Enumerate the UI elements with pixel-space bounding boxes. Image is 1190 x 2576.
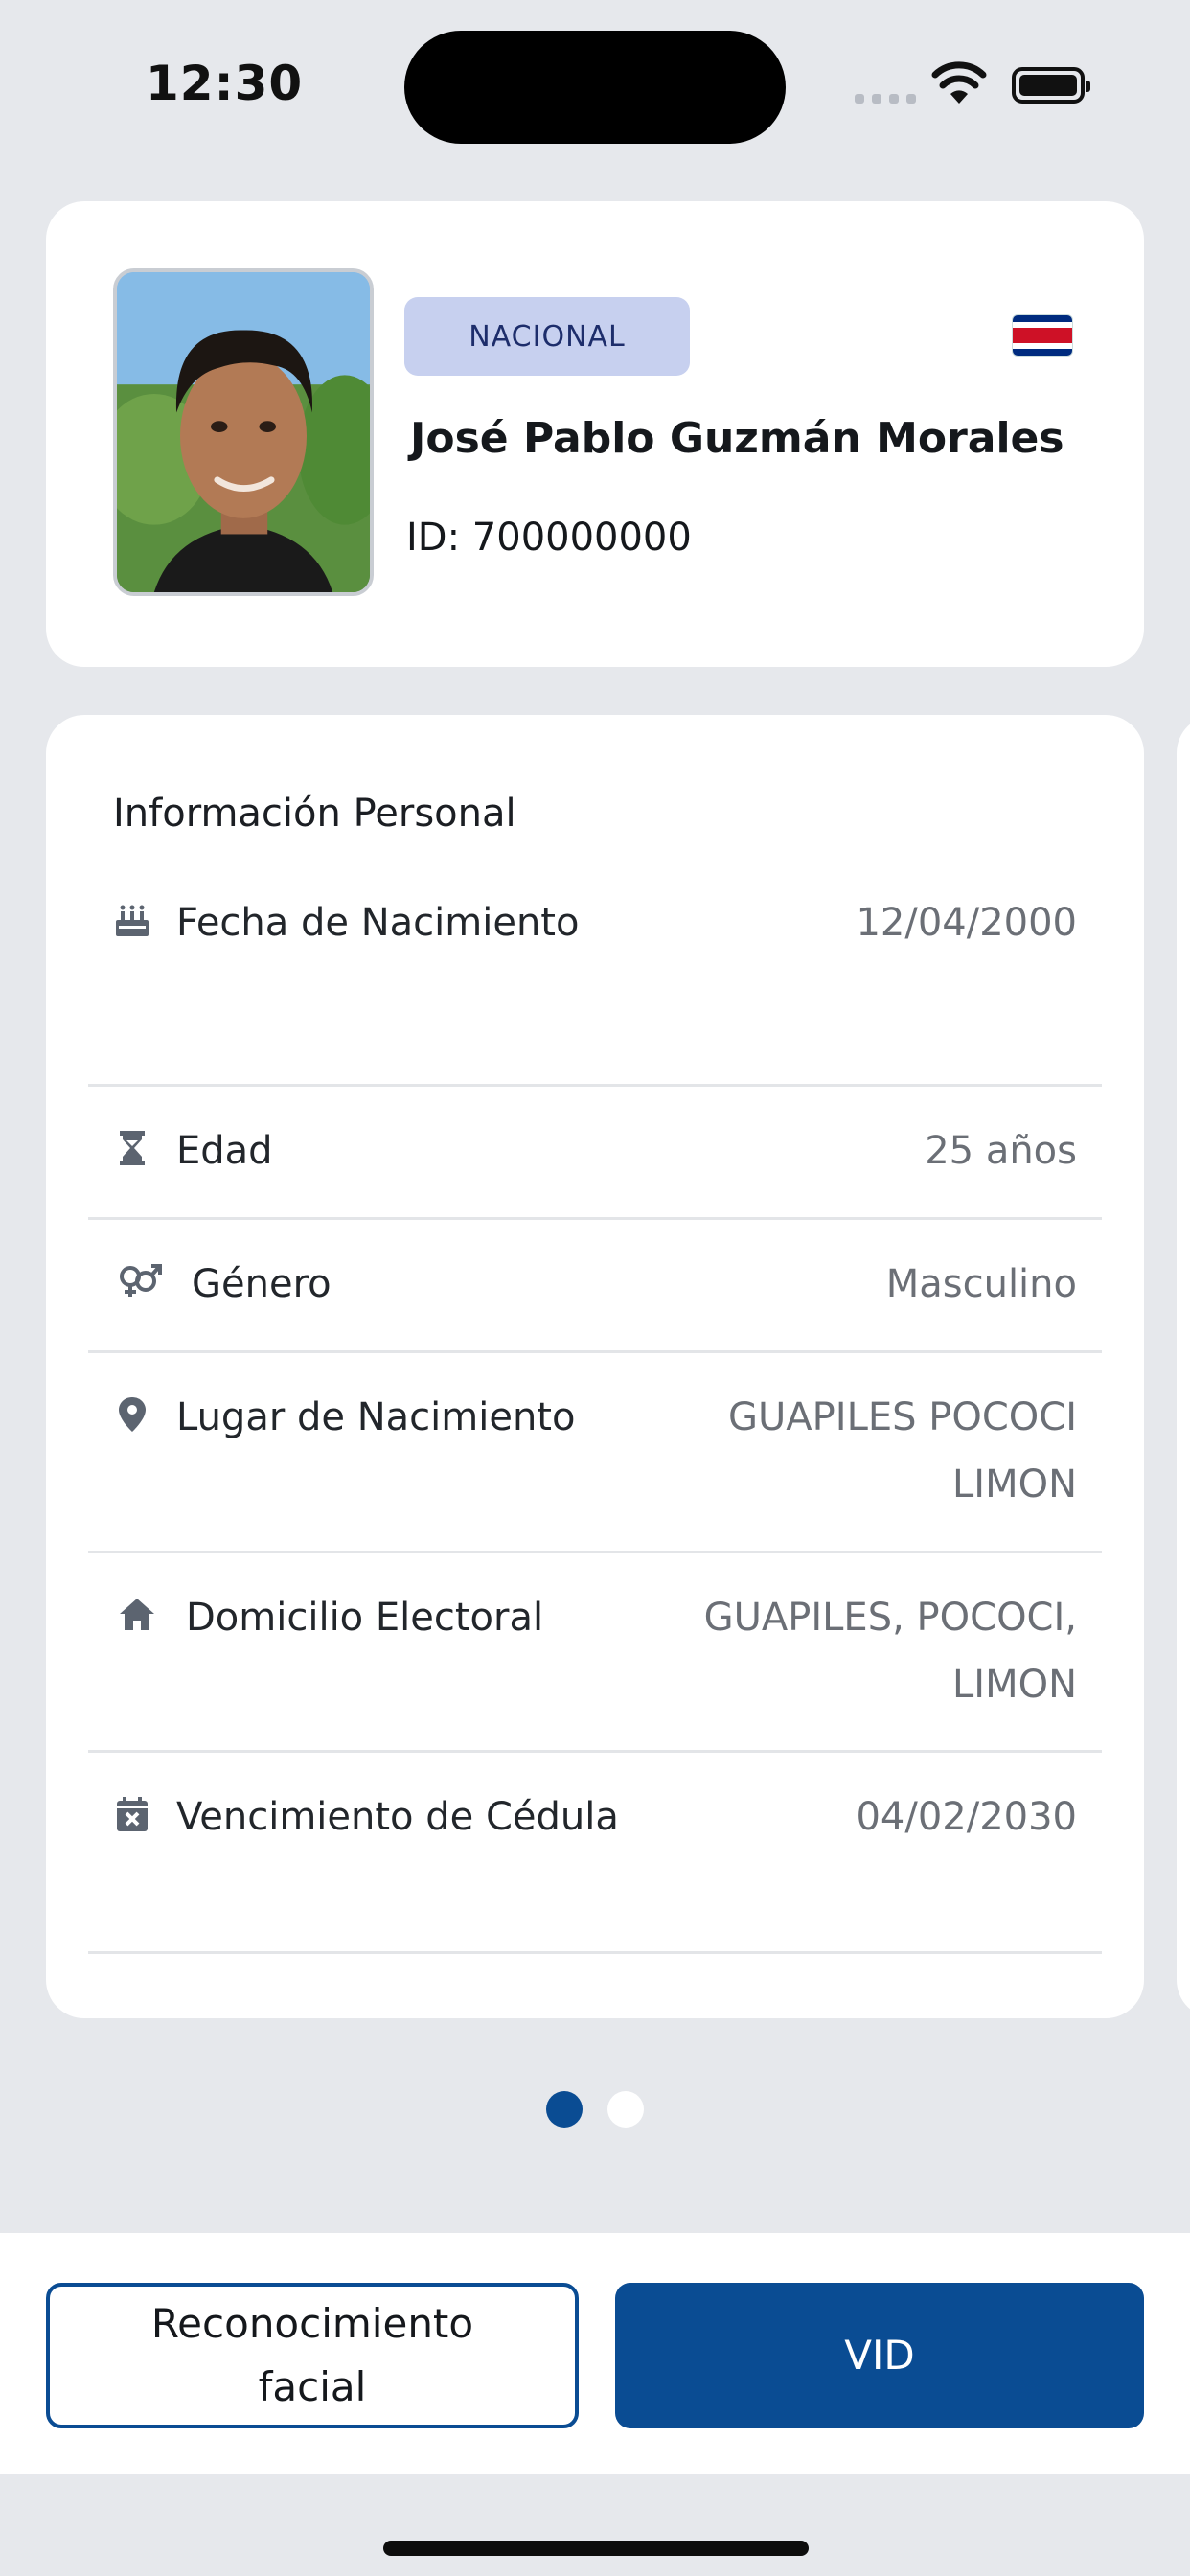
identity-header-card: NACIONAL José Pablo Guzmán Morales ID: 7… xyxy=(46,201,1144,667)
info-row-value: 04/02/2030 xyxy=(856,1795,1077,1839)
nationality-badge: NACIONAL xyxy=(404,297,690,376)
location-pin-icon xyxy=(119,1397,146,1432)
info-row-electoral-address: Domicilio Electoral GUAPILES, POCOCI, LI… xyxy=(88,1553,1102,1753)
id-number: ID: 700000000 xyxy=(406,516,692,560)
next-card-peek[interactable] xyxy=(1177,715,1190,2018)
info-row-label: Lugar de Nacimiento xyxy=(176,1395,576,1439)
status-time: 12:30 xyxy=(146,56,304,111)
info-row-label: Vencimiento de Cédula xyxy=(176,1795,619,1839)
wifi-icon xyxy=(931,61,987,104)
personal-info-card: Información Personal Fecha de Nacimiento… xyxy=(46,715,1144,2018)
info-list: Fecha de Nacimiento 12/04/2000 Edad 25 a… xyxy=(88,886,1102,1954)
costa-rica-flag-icon xyxy=(1012,314,1073,356)
bottom-action-bar: Reconocimiento facial VID xyxy=(0,2233,1190,2474)
info-row-label: Domicilio Electoral xyxy=(186,1596,544,1640)
info-row-age: Edad 25 años xyxy=(88,1087,1102,1220)
info-row-label: Edad xyxy=(176,1129,273,1173)
info-row-value: 12/04/2000 xyxy=(856,901,1077,945)
dynamic-island xyxy=(404,31,786,144)
section-title: Información Personal xyxy=(113,792,516,836)
full-name: José Pablo Guzmán Morales xyxy=(410,414,1064,463)
status-bar: 12:30 xyxy=(0,0,1190,172)
home-icon xyxy=(120,1598,154,1630)
calendar-x-icon xyxy=(117,1797,148,1831)
signal-icon xyxy=(855,94,918,104)
profile-photo xyxy=(113,268,374,596)
facial-recognition-button[interactable]: Reconocimiento facial xyxy=(46,2283,579,2428)
cake-icon xyxy=(116,905,149,936)
gender-icon xyxy=(120,1264,162,1297)
vid-label: VID xyxy=(844,2332,915,2379)
page-dot-1[interactable] xyxy=(546,2091,583,2128)
page-indicator xyxy=(546,2091,646,2129)
info-row-value: GUAPILES POCOCI LIMON xyxy=(728,1395,1077,1506)
info-row-gender: Género Masculino xyxy=(88,1220,1102,1353)
vid-button[interactable]: VID xyxy=(615,2283,1144,2428)
info-row-value: 25 años xyxy=(925,1129,1077,1173)
home-indicator[interactable] xyxy=(383,2541,809,2556)
facial-recognition-label: Reconocimiento facial xyxy=(150,2300,474,2410)
info-row-value: Masculino xyxy=(885,1262,1077,1306)
battery-icon xyxy=(1012,67,1090,104)
hourglass-icon xyxy=(120,1131,145,1165)
page-dot-2[interactable] xyxy=(607,2091,644,2128)
info-row-label: Fecha de Nacimiento xyxy=(176,901,580,945)
info-row-id-expiration: Vencimiento de Cédula 04/02/2030 xyxy=(88,1753,1102,1954)
info-row-value: GUAPILES, POCOCI, LIMON xyxy=(703,1596,1077,1707)
info-row-label: Género xyxy=(192,1262,332,1306)
info-row-birth-place: Lugar de Nacimiento GUAPILES POCOCI LIMO… xyxy=(88,1353,1102,1553)
info-row-birth-date: Fecha de Nacimiento 12/04/2000 xyxy=(88,886,1102,1087)
